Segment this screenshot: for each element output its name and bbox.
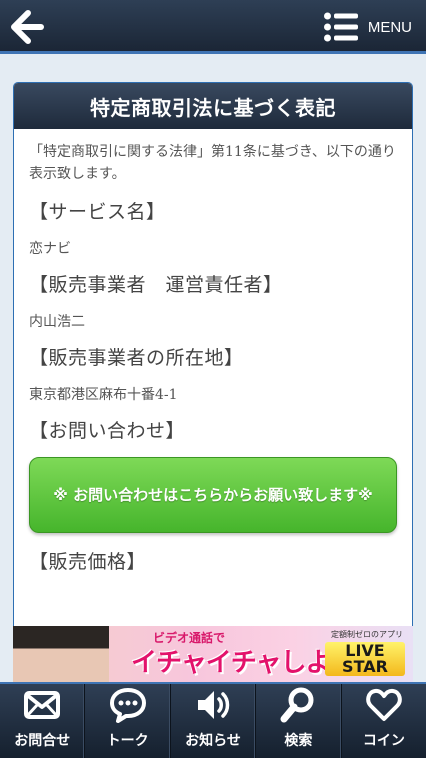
ad-banner[interactable]: ビデオ通話で イチャイチャしよっ♥ 定額制ゼロのアプリ LIVE STAR <box>13 626 413 682</box>
nav-item-contact[interactable]: お問合せ <box>0 684 86 758</box>
nav-label-coin: コイン <box>362 733 405 749</box>
section-value-address: 東京都港区麻布十番4-1 <box>29 387 178 403</box>
section-title-price: 【販売価格】 <box>29 551 147 573</box>
nav-label-contact: お問合せ <box>14 733 71 749</box>
section-title-seller: 【販売事業者 運営責任者】 <box>29 274 283 296</box>
chat-bubble-icon <box>109 688 146 723</box>
nav-label-talk: トーク <box>106 733 149 749</box>
section-title-contact: 【お問い合わせ】 <box>29 420 186 442</box>
card-body: 「特定商取引に関する法律」第11条に基づき、以下の通り表示致します。 【サービス… <box>14 129 412 574</box>
menu-button[interactable]: MENU <box>323 10 412 44</box>
banner-tag: 定額制ゼロのアプリ <box>331 630 403 639</box>
banner-photo <box>13 626 109 682</box>
search-icon <box>280 687 314 723</box>
nav-item-news[interactable]: お知らせ <box>171 684 257 758</box>
nav-item-coin[interactable]: コイン <box>342 684 426 758</box>
nav-label-search: 検索 <box>284 733 313 749</box>
section-title-service-name: 【サービス名】 <box>29 201 166 223</box>
heart-icon <box>366 688 402 721</box>
nav-item-talk[interactable]: トーク <box>85 684 171 758</box>
bottom-nav: お問合せ トーク お知らせ 検索 コイン <box>0 682 426 758</box>
section-title-address: 【販売事業者の所在地】 <box>29 347 244 369</box>
section-value-service-name: 恋ナビ <box>29 241 71 257</box>
back-button[interactable] <box>8 8 46 46</box>
envelope-icon <box>24 691 61 719</box>
nav-label-news: お知らせ <box>185 733 241 749</box>
hamburger-menu-icon <box>323 12 358 42</box>
top-bar: MENU <box>0 0 426 54</box>
arrow-left-icon <box>11 10 44 44</box>
section-value-seller: 内山浩二 <box>29 314 85 330</box>
speaker-icon <box>198 691 230 719</box>
contact-button[interactable]: ※ お問い合わせはこちらからお願い致します※ <box>29 457 397 533</box>
intro-text: 「特定商取引に関する法律」第11条に基づき、以下の通り表示致します。 <box>29 144 396 182</box>
nav-item-search[interactable]: 検索 <box>256 684 342 758</box>
menu-label: MENU <box>367 18 412 36</box>
content-card: 特定商取引法に基づく表記 「特定商取引に関する法律」第11条に基づき、以下の通り… <box>13 82 413 642</box>
page-title: 特定商取引法に基づく表記 <box>14 83 412 129</box>
banner-logo: LIVE STAR <box>325 642 405 676</box>
